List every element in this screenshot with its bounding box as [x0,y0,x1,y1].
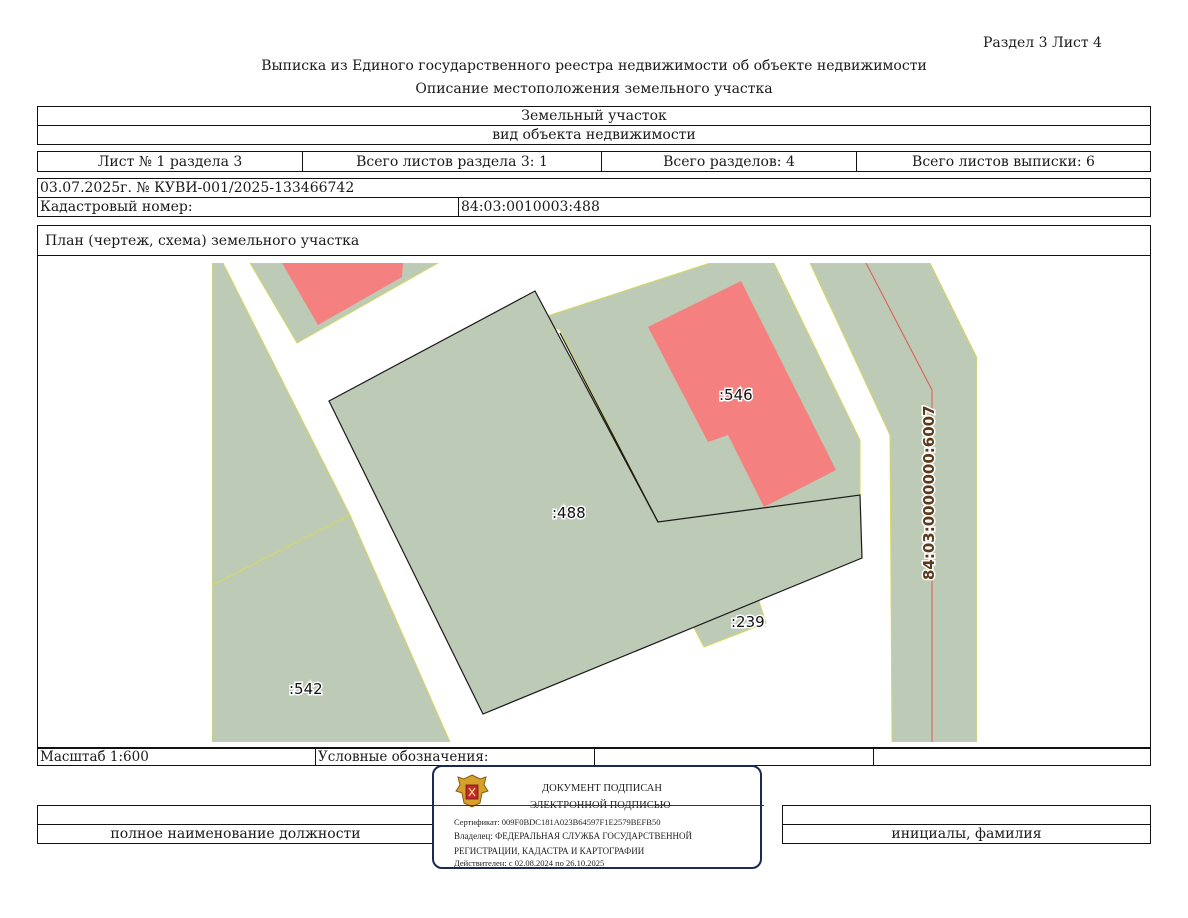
scale-text: Масштаб 1:600 [40,749,149,765]
scale-cell: Масштаб 1:600 [37,748,316,766]
legend-cell-1 [594,748,874,766]
stamp-certificate: Сертификат: 009F0BDC181A023B64597F1E2579… [454,817,661,827]
stamp-line1: ДОКУМЕНТ ПОДПИСАН [542,783,662,794]
label-488: :488 [552,504,586,522]
stamp-valid: Действителен: с 02.08.2024 по 26.10.2025 [454,858,605,868]
stamp-owner-line2: РЕГИСТРАЦИИ, КАДАСТРА И КАРТОГРАФИИ [454,846,645,856]
name-caption: инициалы, фамилия [782,824,1151,844]
label-542: :542 [289,680,323,698]
e-signature-stamp: ДОКУМЕНТ ПОДПИСАН ЭЛЕКТРОННОЙ ПОДПИСЬЮ С… [432,765,764,869]
signature-name-blank [782,805,1151,825]
stamp-owner-line1: Владелец: ФЕДЕРАЛЬНАЯ СЛУЖБА ГОСУДАРСТВЕ… [454,831,693,841]
stamp-divider [434,805,764,806]
name-caption-text: инициалы, фамилия [891,826,1042,842]
label-239: :239 [731,613,765,631]
legend-label-cell: Условные обозначения: [315,748,595,766]
legend-cell-2 [873,748,1151,766]
position-caption: полное наименование должности [37,824,434,844]
signature-position-blank [37,805,434,825]
legend-label-text: Условные обозначения: [318,749,489,765]
label-546: :546 [719,386,753,404]
position-caption-text: полное наименование должности [110,826,361,842]
label-6007: 84:03:0000000:6007 [920,405,938,580]
